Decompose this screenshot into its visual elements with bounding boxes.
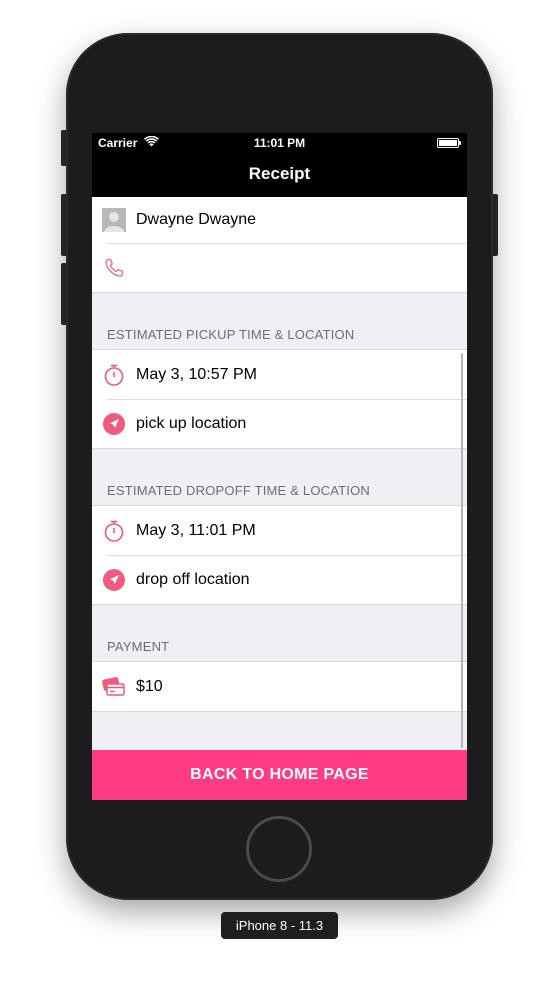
payment-row: $10 <box>92 662 467 711</box>
scroll-indicator[interactable] <box>461 353 463 748</box>
dropoff-section-header: ESTIMATED DROPOFF TIME & LOCATION <box>92 449 467 505</box>
dropoff-group: May 3, 11:01 PM drop off location <box>92 505 467 605</box>
page-title: Receipt <box>248 164 311 183</box>
back-to-home-button[interactable]: BACK TO HOME PAGE <box>92 750 467 800</box>
device-label: iPhone 8 - 11.3 <box>221 912 338 939</box>
stopwatch-icon <box>102 519 126 543</box>
dropoff-location: drop off location <box>136 570 250 588</box>
pickup-header-label: ESTIMATED PICKUP TIME & LOCATION <box>107 327 355 342</box>
phone-icon[interactable] <box>102 256 126 280</box>
screen: Carrier 11:01 PM Receipt Dwayne Dwayne E… <box>92 133 467 800</box>
customer-phone-row[interactable] <box>92 243 467 292</box>
location-arrow-icon <box>102 568 126 592</box>
location-arrow-icon <box>102 412 126 436</box>
payment-amount: $10 <box>136 677 163 695</box>
stopwatch-icon <box>102 363 126 387</box>
status-time: 11:01 PM <box>253 136 306 150</box>
payment-section-header: PAYMENT <box>92 605 467 661</box>
navigation-bar: Receipt <box>92 153 467 197</box>
payment-group: $10 <box>92 661 467 712</box>
dropoff-location-row[interactable]: drop off location <box>92 555 467 604</box>
credit-card-icon <box>102 675 126 699</box>
pickup-group: May 3, 10:57 PM pick up location <box>92 349 467 449</box>
battery-icon <box>437 138 461 148</box>
avatar-icon <box>102 208 126 232</box>
dropoff-header-label: ESTIMATED DROPOFF TIME & LOCATION <box>107 483 371 498</box>
receipt-content: Dwayne Dwayne ESTIMATED PICKUP TIME & LO… <box>92 197 467 712</box>
pickup-location: pick up location <box>136 414 247 432</box>
status-bar: Carrier 11:01 PM <box>92 133 467 153</box>
customer-name: Dwayne Dwayne <box>136 211 257 228</box>
customer-group: Dwayne Dwayne <box>92 197 467 293</box>
pickup-time: May 3, 10:57 PM <box>136 365 257 383</box>
pickup-location-row[interactable]: pick up location <box>92 399 467 448</box>
pickup-time-row: May 3, 10:57 PM <box>92 350 467 399</box>
dropoff-time-row: May 3, 11:01 PM <box>92 506 467 555</box>
pickup-section-header: ESTIMATED PICKUP TIME & LOCATION <box>92 293 467 349</box>
dropoff-time: May 3, 11:01 PM <box>136 521 256 539</box>
home-button[interactable] <box>246 816 312 882</box>
customer-name-row: Dwayne Dwayne <box>92 197 467 243</box>
payment-header-label: PAYMENT <box>107 639 170 654</box>
